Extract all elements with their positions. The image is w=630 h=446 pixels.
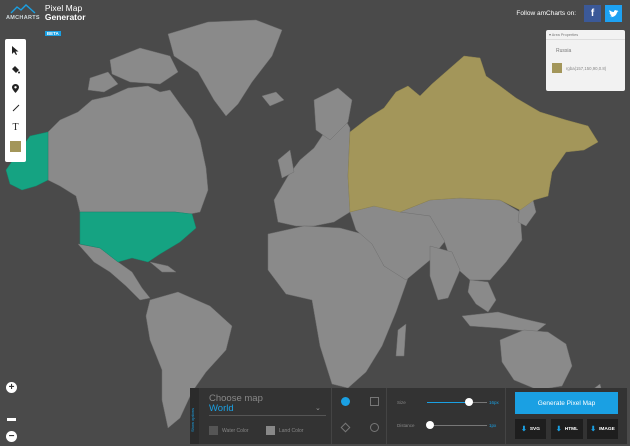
facebook-icon[interactable]: f [584,5,601,22]
caribbean-area[interactable] [149,261,177,273]
generate-pixel-map-button[interactable]: Generate Pixel Map [515,392,618,414]
twitter-icon[interactable] [605,5,622,22]
download-html-button[interactable]: ⬇ HTML [551,419,583,439]
amcharts-logo[interactable]: AMCHARTS Pixel Map Generator BETA [6,4,86,40]
land-color-control[interactable]: Land Color [266,426,303,435]
land-color-label: Land Color [279,427,304,434]
area-color-row[interactable]: rgba(157,150,90,0.8) [546,59,625,77]
text-icon: T [12,122,19,133]
zoom-out-button[interactable]: − [6,431,17,442]
map-select[interactable]: World [209,403,234,414]
square-shape-option[interactable] [370,397,379,406]
download-icon: ⬇ [520,426,527,433]
paint-bucket-icon [11,65,20,76]
fill-tool[interactable] [5,61,26,80]
area-name-field[interactable]: Russia [546,43,625,59]
color-tool[interactable] [5,137,26,156]
area-properties-panel: ▾ Area Properties Russia rgba(157,150,90… [546,30,625,91]
divider [331,388,332,444]
water-color-swatch[interactable] [209,426,218,435]
area-properties-heading: ▾ Area Properties [546,30,625,40]
arctic-islands-area[interactable] [109,47,179,85]
zoom-in-button[interactable]: + [6,382,17,393]
download-icon: ⬇ [555,426,562,433]
line-tool[interactable] [5,99,26,118]
pointer-tool[interactable] [5,42,26,61]
distance-value: 1px [489,423,497,428]
size-slider-fill [427,402,469,403]
diamond-shape-option[interactable] [340,422,351,433]
download-svg-button[interactable]: ⬇ SVG [515,419,546,439]
size-slider-knob[interactable] [465,398,473,406]
water-color-label: Water Color [222,427,249,434]
divider [505,388,506,444]
circle-shape-option[interactable] [341,397,350,406]
title-line-2: Generator [44,12,86,22]
southeast-asia-area[interactable] [467,279,497,313]
line-icon [12,104,20,114]
divider [386,388,387,444]
water-color-control[interactable]: Water Color [209,426,249,435]
follow-section: Follow amCharts on: f [516,5,622,22]
download-icon: ⬇ [590,426,597,433]
chevron-down-icon[interactable]: ⌄ [315,404,321,412]
marker-tool[interactable] [5,80,26,99]
tool-palette: T [5,39,26,162]
cursor-arrow-icon [12,46,19,57]
beta-badge: BETA [44,31,61,36]
map-select-underline [209,415,326,416]
indonesia-area[interactable] [461,311,547,333]
show-options-label: Show options [190,407,195,432]
show-options-handle[interactable]: Show options [190,388,199,444]
app-title: Pixel Map Generator BETA [44,4,86,40]
collapse-icon[interactable]: ▾ [549,33,551,37]
brand-name: AMCHARTS [6,15,40,21]
map-pin-icon [12,84,19,95]
world-map[interactable] [0,0,630,446]
follow-text: Follow amCharts on: [516,10,576,17]
text-tool[interactable]: T [5,118,26,137]
madagascar-area[interactable] [395,323,407,357]
area-color-value[interactable]: rgba(157,150,90,0.8) [566,66,606,71]
logo-mark: AMCHARTS [6,4,40,21]
options-panel: Show options Choose map World ⌄ Water Co… [190,388,627,444]
arctic-island-area[interactable] [87,71,119,93]
download-image-button[interactable]: ⬇ IMAGE [587,419,618,439]
distance-slider-track[interactable] [427,425,487,426]
distance-slider-knob[interactable] [426,421,434,429]
land-color-swatch[interactable] [266,426,275,435]
australia-area[interactable] [499,329,573,391]
zoom-level-bar [7,418,16,421]
iceland-area[interactable] [261,91,285,107]
mountain-icon [10,4,36,14]
area-color-swatch[interactable] [552,63,562,73]
distance-label: Distance [397,423,415,428]
size-label: Size [397,400,406,405]
canada-area[interactable] [47,85,209,215]
size-value: 16px [489,400,499,405]
greenland-area[interactable] [167,19,283,117]
ring-shape-option[interactable] [370,423,379,432]
color-swatch-icon [10,141,21,152]
